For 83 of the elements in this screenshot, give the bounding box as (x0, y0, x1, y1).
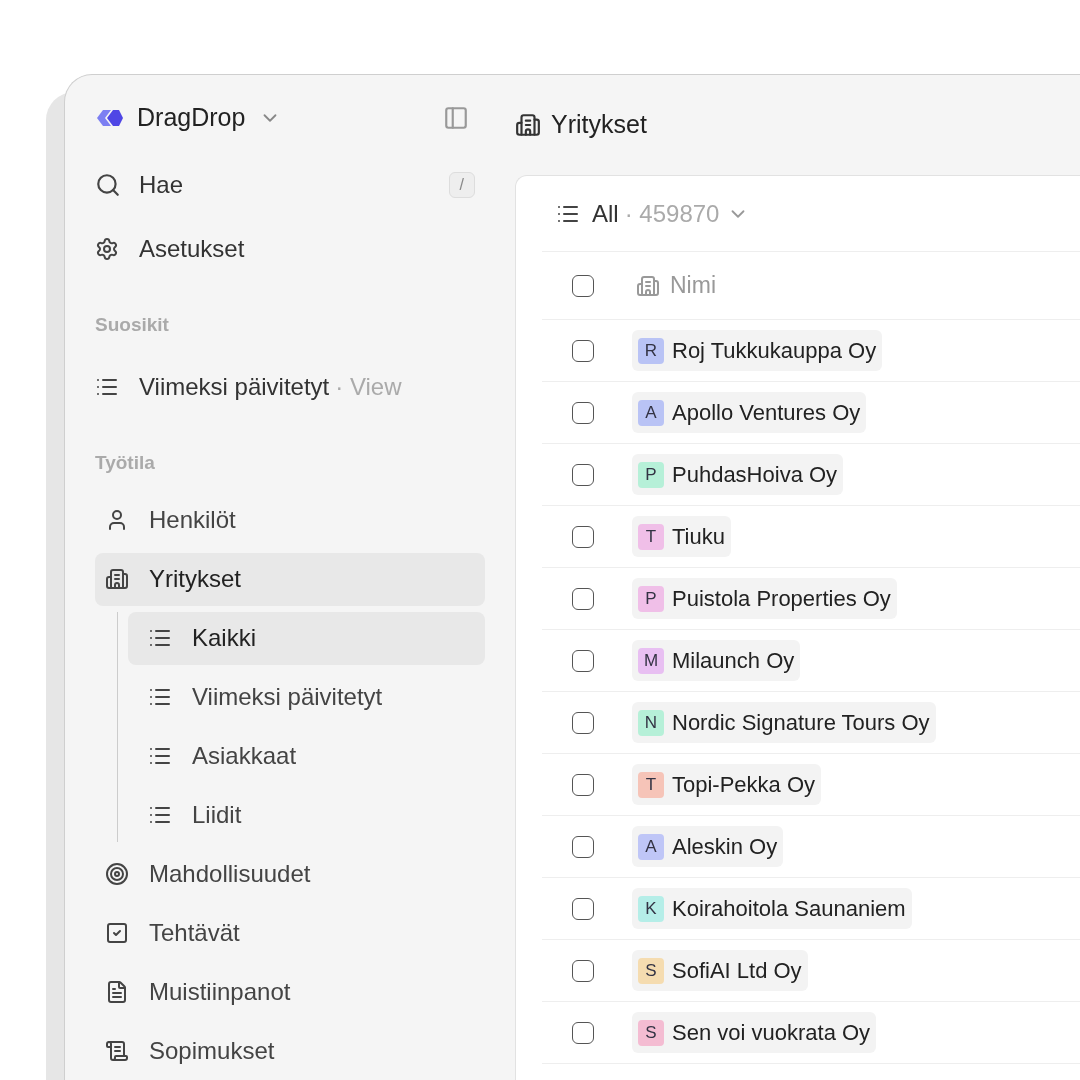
checkbox[interactable] (572, 959, 594, 982)
nav-item[interactable]: Henkilöt (95, 493, 485, 547)
favorite-item[interactable]: Viimeksi päivitetyt · View (95, 369, 485, 405)
view-name[interactable]: All (592, 195, 619, 232)
nav-item[interactable]: Tehtävät (95, 906, 485, 960)
initial-badge: S (638, 1019, 664, 1046)
company-name: PuhdasHoiva Oy (672, 461, 838, 489)
checkbox[interactable] (572, 835, 594, 858)
company-chip[interactable]: T Topi-Pekka Oy (632, 764, 822, 805)
building-icon (515, 112, 541, 138)
company-chip[interactable]: A Aleskin Oy (632, 826, 784, 867)
favorite-label: Viimeksi päivitetyt (139, 372, 330, 402)
section-heading: Työtila (95, 451, 156, 475)
company-name: Nordic Signature Tours Oy (672, 709, 930, 737)
company-chip[interactable]: R Roj Tukkukauppa Oy (632, 330, 883, 371)
initial-badge: T (638, 771, 664, 798)
initial-badge: P (638, 461, 664, 488)
initial-badge: T (638, 523, 664, 550)
checkbox[interactable] (572, 1021, 594, 1044)
company-name: Koirahoitola Saunaniem (672, 895, 906, 923)
initial-badge: N (638, 709, 664, 736)
checkbox[interactable] (572, 274, 594, 297)
checkbox[interactable] (572, 587, 594, 610)
checkbox[interactable] (572, 525, 594, 548)
company-name: Tiuku (672, 523, 725, 551)
company-name: Puistola Properties Oy (672, 585, 891, 613)
company-name: Sen voi vuokrata Oy (672, 1019, 871, 1047)
favorite-suffix: · View (335, 372, 402, 402)
search-item[interactable]: Hae / (95, 166, 485, 203)
checkbox[interactable] (572, 401, 594, 424)
page-title: Yritykset (551, 109, 647, 141)
shortcut-key: / (448, 171, 475, 198)
workspace-name[interactable]: DragDrop (137, 99, 246, 137)
company-chip[interactable]: S Sen voi vuokrata Oy (632, 1012, 877, 1053)
company-chip[interactable]: N Nordic Signature Tours Oy (632, 702, 936, 743)
checkbox[interactable] (572, 649, 594, 672)
building-icon (636, 273, 660, 298)
checkbox[interactable] (572, 711, 594, 734)
company-name: Aleskin Oy (672, 833, 778, 861)
initial-badge: S (638, 957, 664, 984)
settings-icon (95, 236, 119, 261)
company-chip[interactable]: P Puistola Properties Oy (632, 578, 897, 619)
initial-badge: A (638, 833, 664, 860)
checkbox[interactable] (572, 339, 594, 362)
nav-icon (105, 1039, 129, 1063)
nav-icon (105, 980, 129, 1004)
nav-icon (105, 862, 129, 886)
record-count: · 459870 (624, 198, 720, 229)
company-name: Topi-Pekka Oy (672, 771, 816, 799)
nav-subitem[interactable]: Liidit (128, 788, 485, 842)
company-chip[interactable]: M Milaunch Oy (632, 640, 801, 681)
company-name: SofiAI Ltd Oy (672, 957, 802, 985)
nav-item[interactable]: Mahdollisuudet (95, 847, 485, 901)
nav-icon (105, 567, 129, 591)
company-name: Milaunch Oy (672, 647, 795, 675)
nav-subitem[interactable]: Kaikki (128, 611, 485, 665)
checkbox[interactable] (572, 773, 594, 796)
initial-badge: K (638, 895, 664, 922)
company-name: Apollo Ventures Oy (672, 399, 861, 427)
section-heading: Suosikit (95, 312, 170, 337)
nav-item[interactable]: Sopimukset (95, 1024, 485, 1078)
nav-item[interactable]: Muistiinpanot (95, 965, 485, 1019)
nav-icon (105, 921, 129, 945)
nav-subitem[interactable]: Asiakkaat (128, 729, 485, 783)
sidebar-toggle-icon[interactable] (443, 104, 469, 131)
checkbox[interactable] (572, 463, 594, 486)
initial-badge: R (638, 337, 664, 364)
nav-subitem[interactable]: Viimeksi päivitetyt (128, 670, 485, 724)
nav-item[interactable]: Yritykset (95, 552, 485, 606)
search-icon (95, 171, 121, 198)
company-chip[interactable]: T Tiuku (632, 516, 731, 557)
logo-icon (95, 107, 125, 128)
initial-badge: P (638, 585, 664, 612)
company-chip[interactable]: S SofiAI Ltd Oy (632, 950, 808, 991)
initial-badge: A (638, 399, 664, 426)
company-chip[interactable]: P PuhdasHoiva Oy (632, 454, 844, 495)
column-header: Nimi (670, 271, 716, 301)
settings-item[interactable]: Asetukset (95, 230, 485, 267)
company-chip[interactable]: K Koirahoitola Saunaniem (632, 888, 912, 929)
company-name: Roj Tukkukauppa Oy (672, 337, 877, 365)
checkbox[interactable] (572, 897, 594, 920)
company-chip[interactable]: A Apollo Ventures Oy (632, 392, 867, 433)
initial-badge: M (638, 647, 664, 674)
